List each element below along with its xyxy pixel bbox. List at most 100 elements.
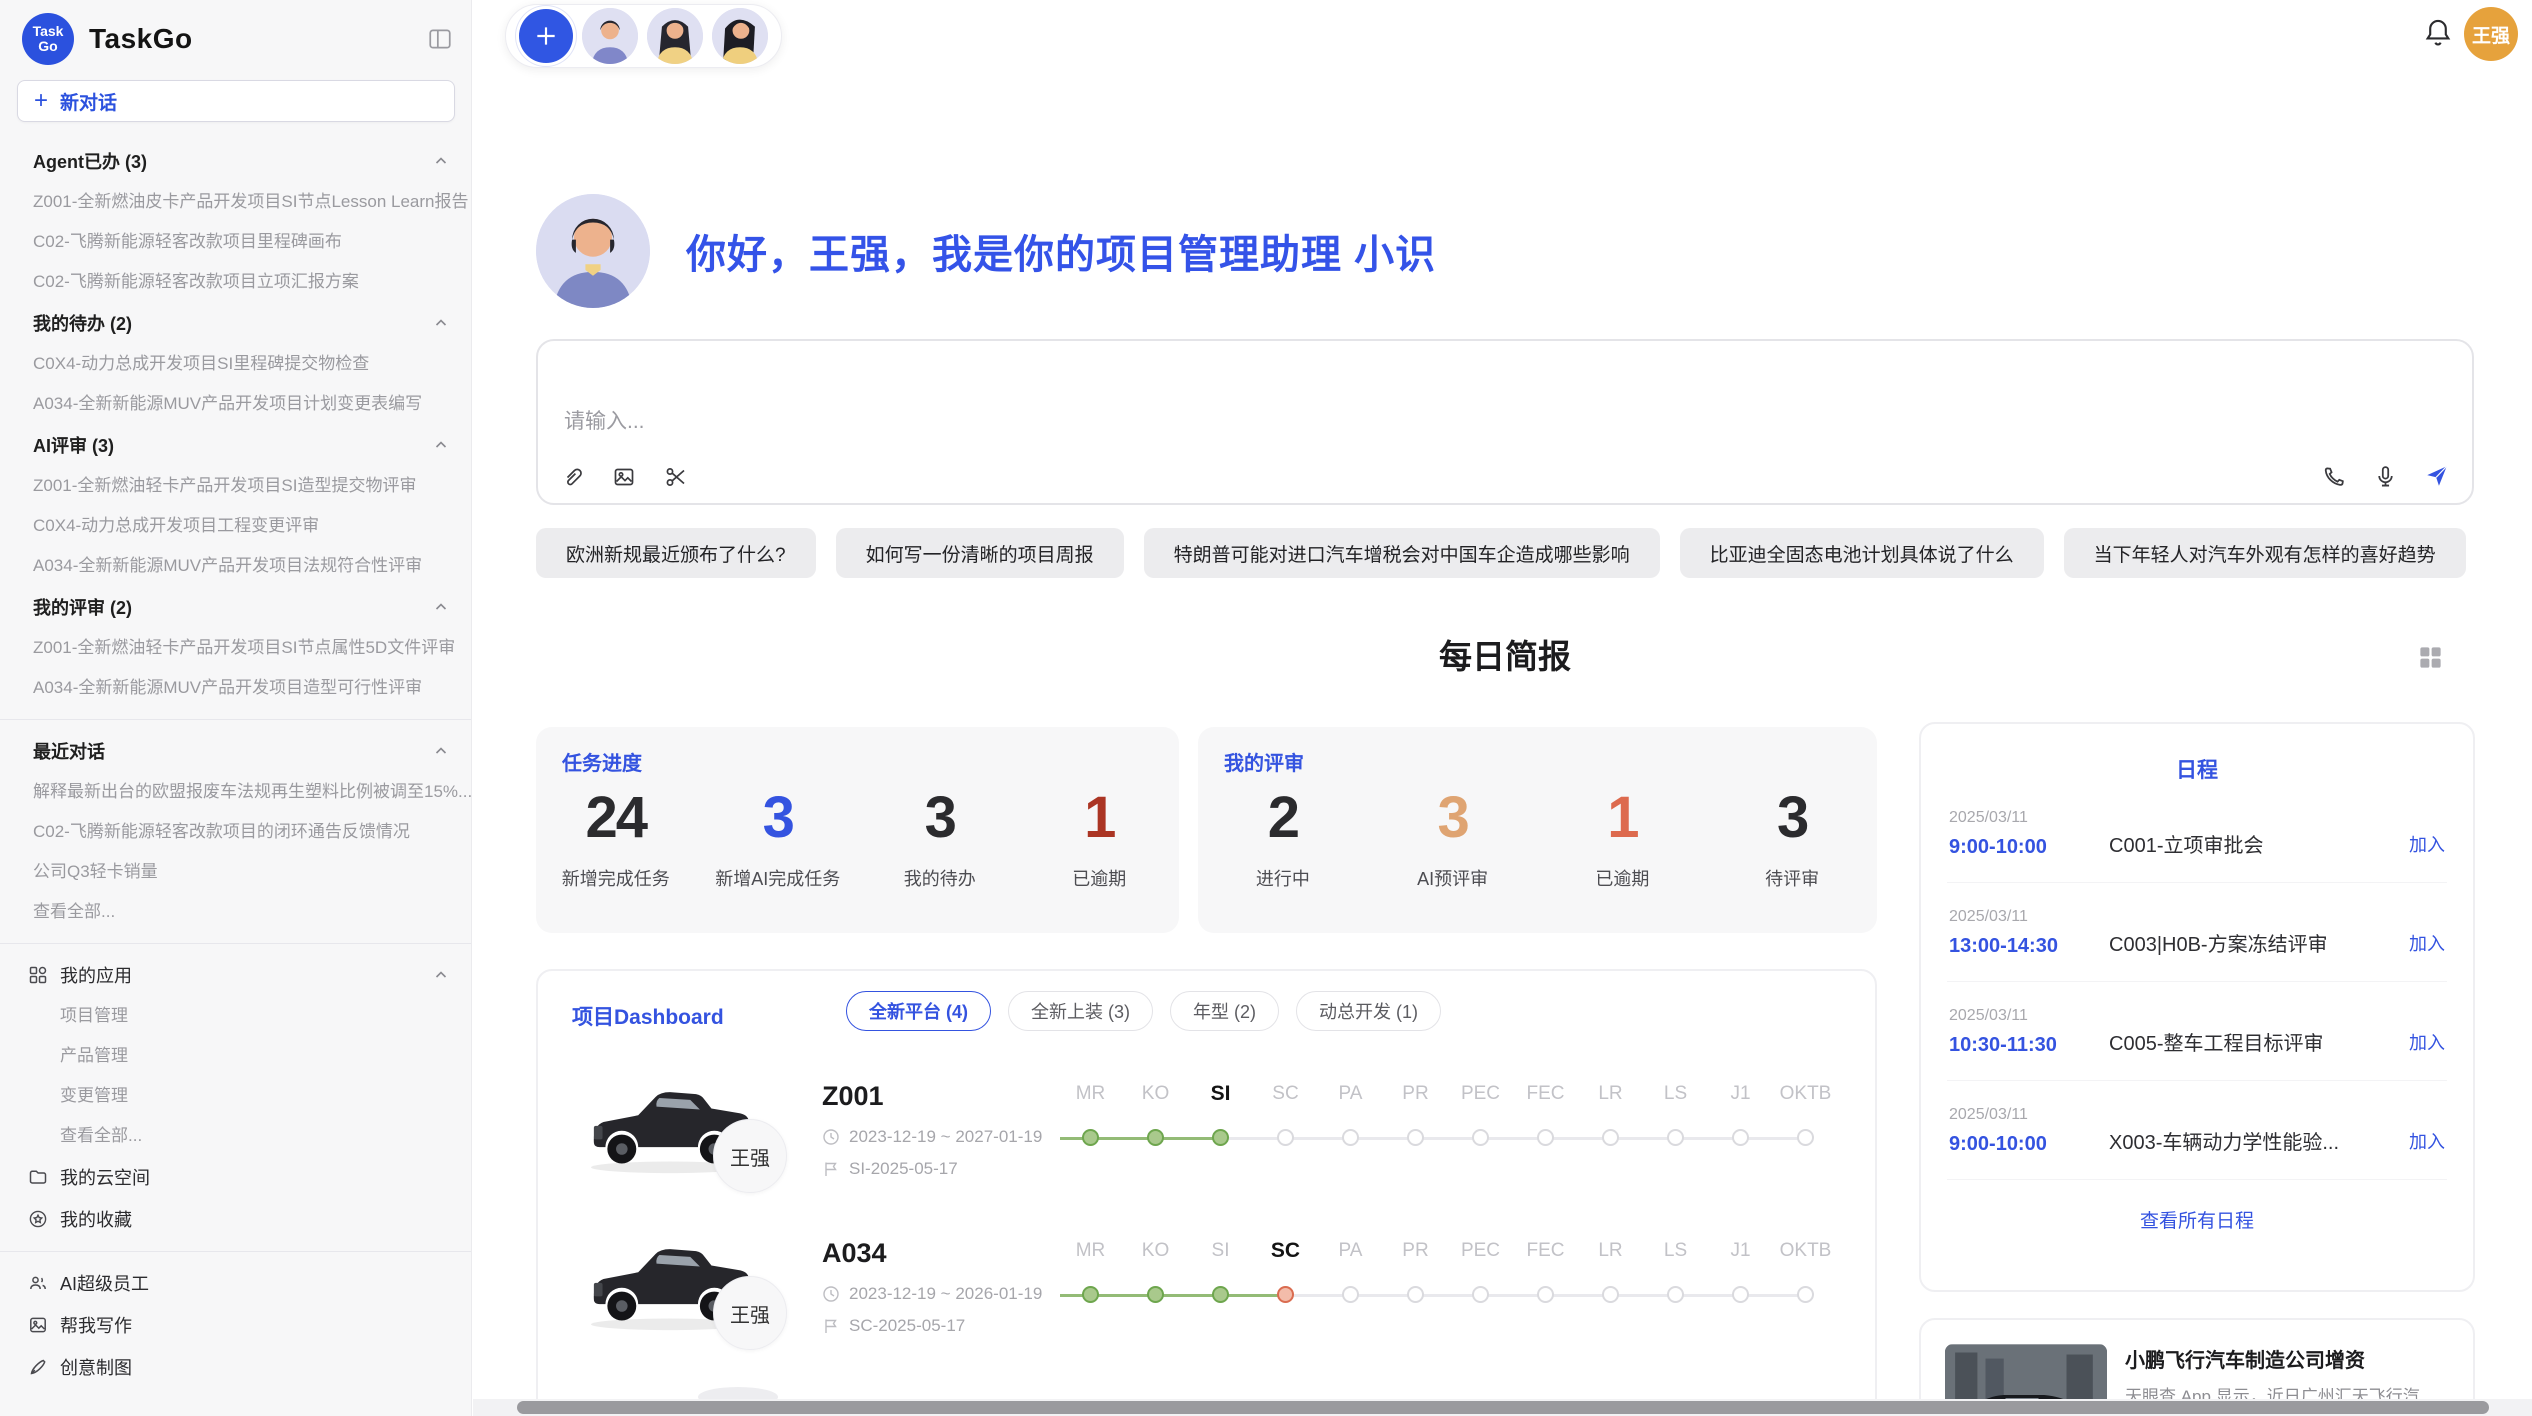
- join-link[interactable]: 加入: [2409, 1029, 2445, 1057]
- join-link[interactable]: 加入: [2409, 1128, 2445, 1156]
- scissors-icon[interactable]: [664, 465, 688, 489]
- project-row[interactable]: 王强 A034 2023-12-19 ~ 2026-01-19 SC-2025-…: [538, 1212, 1875, 1364]
- milestone-labels: MR KO SI SC PA PR PEC FEC LR LS J1 OKTB: [1058, 1081, 1838, 1107]
- schedule-date: 2025/03/11: [1949, 809, 2109, 827]
- milestone-dot: [1342, 1286, 1359, 1303]
- phone-icon[interactable]: [2322, 464, 2347, 489]
- schedule-item[interactable]: 2025/03/11 13:00-14:30 C003|H0B-方案冻结评审 加…: [1947, 883, 2447, 982]
- join-link[interactable]: 加入: [2409, 930, 2445, 958]
- horizontal-scrollbar-thumb[interactable]: [517, 1401, 2489, 1414]
- agent-avatar[interactable]: [582, 8, 638, 64]
- milestone-track: MR KO SI SC PA PR PEC FEC LR LS J1 OKTB: [1058, 1081, 1838, 1147]
- sidebar-item-write-helper[interactable]: 帮我写作: [0, 1304, 471, 1346]
- schedule-item[interactable]: 2025/03/11 10:30-11:30 C005-整车工程目标评审 加入: [1947, 982, 2447, 1081]
- list-item[interactable]: C0X4-动力总成开发项目工程变更评审: [0, 506, 471, 546]
- suggestion-chip[interactable]: 欧洲新规最近颁布了什么?: [536, 528, 816, 578]
- section-my-todo[interactable]: 我的待办 (2): [0, 302, 471, 344]
- apps-grid-icon: [28, 965, 48, 985]
- list-item[interactable]: C0X4-动力总成开发项目SI里程碑提交物检查: [0, 344, 471, 384]
- milestone-dot: [1407, 1286, 1424, 1303]
- list-item[interactable]: A034-全新新能源MUV产品开发项目法规符合性评审: [0, 546, 471, 586]
- stat-value: 3: [880, 789, 1000, 847]
- star-circle-icon: [28, 1209, 48, 1229]
- image-icon[interactable]: [612, 465, 636, 489]
- filter-chip[interactable]: 全新上装 (3): [1008, 991, 1153, 1031]
- filter-chip[interactable]: 全新平台 (4): [846, 991, 991, 1031]
- list-item[interactable]: Z001-全新燃油皮卡产品开发项目SI节点Lesson Learn报告: [0, 182, 471, 222]
- section-my-review[interactable]: 我的评审 (2): [0, 586, 471, 628]
- schedule-date: 2025/03/11: [1949, 908, 2109, 926]
- filter-chip[interactable]: 年型 (2): [1170, 991, 1279, 1031]
- send-icon[interactable]: [2424, 463, 2450, 489]
- milestone-dot: [1472, 1129, 1489, 1146]
- view-all-schedule[interactable]: 查看所有日程: [1947, 1206, 2447, 1233]
- agent-avatar[interactable]: [712, 8, 768, 64]
- suggestion-chip[interactable]: 如何写一份清晰的项目周报: [836, 528, 1124, 578]
- plus-icon: +: [34, 89, 48, 113]
- schedule-time: 9:00-10:00: [1949, 836, 2109, 859]
- milestone-dot: [1082, 1286, 1099, 1303]
- list-item[interactable]: A034-全新新能源MUV产品开发项目计划变更表编写: [0, 384, 471, 424]
- folder-icon: [28, 1167, 48, 1187]
- sidebar-collapse-icon[interactable]: [427, 26, 453, 52]
- milestone-label: PA: [1318, 1081, 1383, 1107]
- list-item[interactable]: C02-飞腾新能源轻客改款项目的闭环通告反馈情况: [0, 812, 471, 852]
- agent-avatar[interactable]: [647, 8, 703, 64]
- milestone-label: OKTB: [1773, 1238, 1838, 1264]
- sidebar-item-creative-draw[interactable]: 创意制图: [0, 1346, 471, 1388]
- sidebar-item-my-apps[interactable]: 我的应用: [0, 954, 471, 996]
- date-range: 2023-12-19 ~ 2026-01-19: [849, 1284, 1042, 1304]
- sidebar-item-cloud-space[interactable]: 我的云空间: [0, 1156, 471, 1198]
- filter-chip[interactable]: 动总开发 (1): [1296, 991, 1441, 1031]
- sidebar-item-product-mgmt[interactable]: 产品管理: [0, 1036, 471, 1076]
- chevron-up-icon[interactable]: [433, 967, 449, 983]
- app-window: Task Go TaskGo + 新对话 Agent已办 (3) Z001-全新…: [0, 0, 2532, 1416]
- section-agent-done[interactable]: Agent已办 (3): [0, 140, 471, 182]
- notification-bell-icon[interactable]: [2421, 16, 2455, 50]
- list-item[interactable]: 解释最新出台的欧盟报废车法规再生塑料比例被调至15%...: [0, 772, 471, 812]
- stat-label: 待评审: [1732, 865, 1852, 891]
- chevron-up-icon[interactable]: [433, 743, 449, 759]
- suggestion-chip[interactable]: 当下年轻人对汽车外观有怎样的喜好趋势: [2064, 528, 2466, 578]
- add-agent-button[interactable]: [519, 9, 573, 63]
- sidebar-item-favorites[interactable]: 我的收藏: [0, 1198, 471, 1240]
- schedule-item[interactable]: 2025/03/11 9:00-10:00 C001-立项审批会 加入: [1947, 784, 2447, 883]
- join-link[interactable]: 加入: [2409, 831, 2445, 859]
- list-item[interactable]: C02-飞腾新能源轻客改款项目立项汇报方案: [0, 262, 471, 302]
- sidebar-item-project-mgmt[interactable]: 项目管理: [0, 996, 471, 1036]
- schedule-name: C003|H0B-方案冻结评审: [2109, 928, 2409, 958]
- list-item[interactable]: Z001-全新燃油轻卡产品开发项目SI造型提交物评审: [0, 466, 471, 506]
- list-item[interactable]: C02-飞腾新能源轻客改款项目里程碑画布: [0, 222, 471, 262]
- milestone-dot: [1212, 1286, 1229, 1303]
- section-recent-chats[interactable]: 最近对话: [0, 730, 471, 772]
- section-title: 最近对话: [33, 738, 105, 764]
- chevron-up-icon[interactable]: [433, 315, 449, 331]
- project-row[interactable]: 王强 Z001 2023-12-19 ~ 2027-01-19 SI-2025-…: [538, 1055, 1875, 1207]
- stat-value: 3: [1732, 789, 1852, 847]
- list-item[interactable]: Z001-全新燃油轻卡产品开发项目SI节点属性5D文件评审: [0, 628, 471, 668]
- composer-input[interactable]: [538, 341, 2472, 503]
- chevron-up-icon[interactable]: [433, 153, 449, 169]
- suggestion-chip[interactable]: 比亚迪全固态电池计划具体说了什么: [1680, 528, 2044, 578]
- list-item[interactable]: A034-全新新能源MUV产品开发项目造型可行性评审: [0, 668, 471, 708]
- date-range: 2023-12-19 ~ 2027-01-19: [849, 1127, 1042, 1147]
- view-all-apps[interactable]: 查看全部...: [0, 1116, 471, 1156]
- suggestion-chip[interactable]: 特朗普可能对进口汽车增税会对中国车企造成哪些影响: [1144, 528, 1660, 578]
- sidebar-item-ai-staff[interactable]: AI超级员工: [0, 1262, 471, 1304]
- microphone-icon[interactable]: [2373, 464, 2398, 489]
- schedule-item[interactable]: 2025/03/11 9:00-10:00 X003-车辆动力学性能验... 加…: [1947, 1081, 2447, 1180]
- chevron-up-icon[interactable]: [433, 599, 449, 615]
- user-avatar[interactable]: 王强: [2464, 7, 2518, 61]
- section-ai-review[interactable]: AI评审 (3): [0, 424, 471, 466]
- layout-grid-icon[interactable]: [2417, 644, 2444, 671]
- list-item[interactable]: 公司Q3轻卡销量: [0, 852, 471, 892]
- dashboard-title: 项目Dashboard: [572, 1001, 724, 1031]
- chevron-up-icon[interactable]: [433, 437, 449, 453]
- milestone-labels: MR KO SI SC PA PR PEC FEC LR LS J1 OKTB: [1058, 1238, 1838, 1264]
- milestone-label: PEC: [1448, 1238, 1513, 1264]
- new-chat-button[interactable]: + 新对话: [17, 80, 455, 122]
- sidebar-item-change-mgmt[interactable]: 变更管理: [0, 1076, 471, 1116]
- stat-item: 1 已逾期: [1562, 789, 1682, 891]
- paperclip-icon[interactable]: [560, 465, 584, 489]
- view-all-chats[interactable]: 查看全部...: [0, 892, 471, 932]
